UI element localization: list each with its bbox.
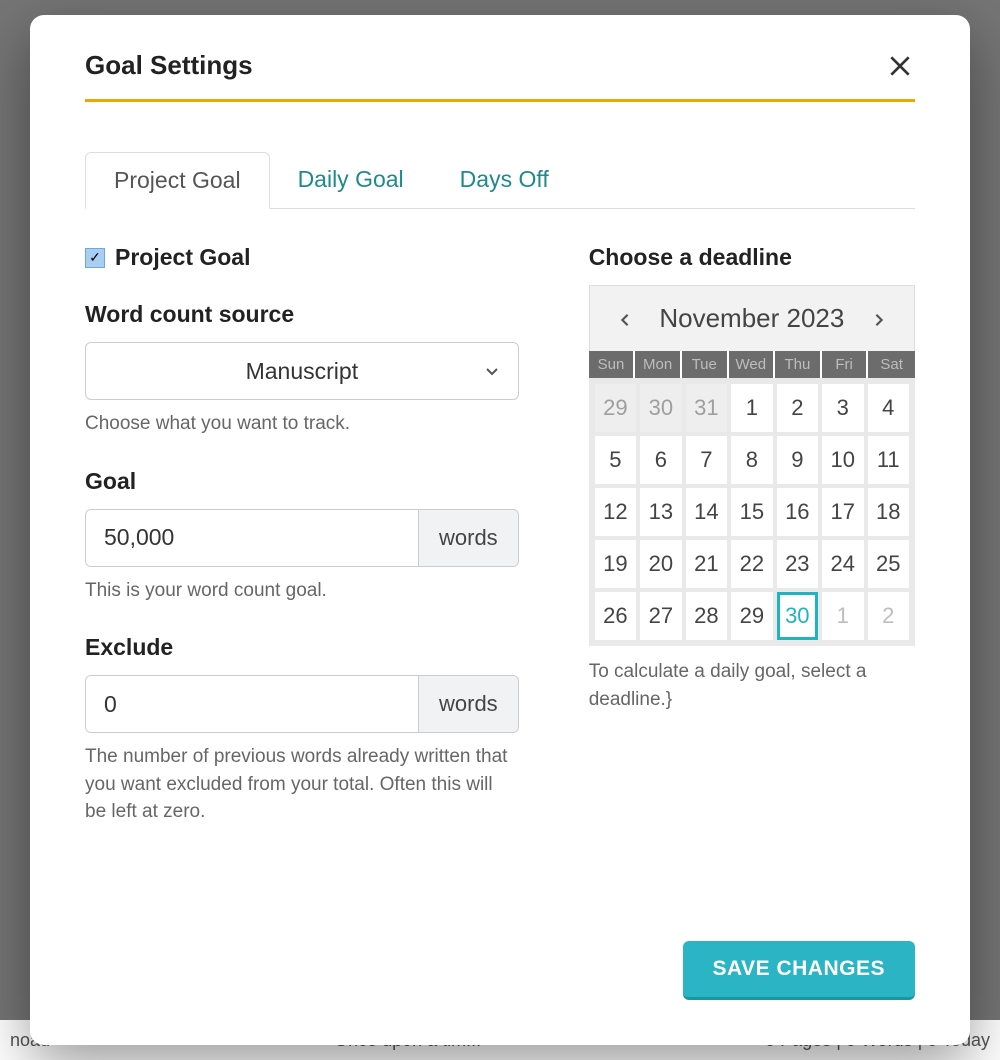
calendar-day[interactable]: 16 xyxy=(777,488,818,536)
exclude-input[interactable] xyxy=(86,676,418,732)
calendar-day[interactable]: 1 xyxy=(731,384,772,432)
calendar-day[interactable]: 18 xyxy=(868,488,909,536)
tab-content: ✓ Project Goal Word count source Manuscr… xyxy=(85,209,915,856)
word-count-source-block: Word count source Manuscript Choose what… xyxy=(85,301,519,438)
calendar-day[interactable]: 17 xyxy=(822,488,863,536)
project-goal-toggle-row: ✓ Project Goal xyxy=(85,244,519,271)
calendar-day[interactable]: 5 xyxy=(595,436,636,484)
exclude-input-group: words xyxy=(85,675,519,733)
calendar-day[interactable]: 8 xyxy=(731,436,772,484)
calendar-header: November 2023 xyxy=(589,285,915,351)
modal-footer: SAVE CHANGES xyxy=(683,941,915,1000)
calendar-dow: Wed xyxy=(729,351,776,378)
goal-block: Goal words This is your word count goal. xyxy=(85,468,519,605)
calendar-day[interactable]: 6 xyxy=(640,436,681,484)
calendar-day[interactable]: 23 xyxy=(777,540,818,588)
exclude-label: Exclude xyxy=(85,634,519,661)
word-count-source-value: Manuscript xyxy=(246,358,358,385)
calendar-prev-button[interactable] xyxy=(610,295,640,342)
tab-daily-goal[interactable]: Daily Goal xyxy=(270,152,432,208)
calendar-month-title: November 2023 xyxy=(659,303,844,334)
project-goal-checkbox-label: Project Goal xyxy=(115,244,250,271)
calendar-day[interactable]: 29 xyxy=(731,592,772,640)
word-count-source-label: Word count source xyxy=(85,301,519,328)
goal-label: Goal xyxy=(85,468,519,495)
calendar-day[interactable]: 14 xyxy=(686,488,727,536)
calendar-next-button[interactable] xyxy=(864,295,894,342)
calendar-day[interactable]: 13 xyxy=(640,488,681,536)
left-column: ✓ Project Goal Word count source Manuscr… xyxy=(85,244,519,856)
calendar-day[interactable]: 30 xyxy=(777,592,818,640)
calendar-day[interactable]: 28 xyxy=(686,592,727,640)
calendar-day[interactable]: 2 xyxy=(868,592,909,640)
goal-input-group: words xyxy=(85,509,519,567)
goal-suffix: words xyxy=(418,510,518,566)
word-count-source-helper: Choose what you want to track. xyxy=(85,410,519,438)
exclude-suffix: words xyxy=(418,676,518,732)
calendar-day[interactable]: 9 xyxy=(777,436,818,484)
calendar-day[interactable]: 22 xyxy=(731,540,772,588)
project-goal-checkbox[interactable]: ✓ xyxy=(85,248,105,268)
calendar-day[interactable]: 25 xyxy=(868,540,909,588)
calendar-day[interactable]: 1 xyxy=(822,592,863,640)
calendar-day[interactable]: 30 xyxy=(640,384,681,432)
calendar-dow: Fri xyxy=(822,351,869,378)
calendar-day[interactable]: 11 xyxy=(868,436,909,484)
word-count-source-select[interactable]: Manuscript xyxy=(85,342,519,400)
calendar-dow: Thu xyxy=(775,351,822,378)
save-changes-button[interactable]: SAVE CHANGES xyxy=(683,941,915,1000)
close-icon xyxy=(887,53,913,79)
chevron-left-icon xyxy=(618,313,632,327)
calendar-day[interactable]: 7 xyxy=(686,436,727,484)
exclude-helper: The number of previous words already wri… xyxy=(85,743,519,826)
calendar-dow: Sun xyxy=(589,351,636,378)
goal-input[interactable] xyxy=(86,510,418,566)
calendar-day[interactable]: 24 xyxy=(822,540,863,588)
calendar-day[interactable]: 3 xyxy=(822,384,863,432)
tab-bar: Project Goal Daily Goal Days Off xyxy=(85,152,915,209)
goal-settings-modal: Goal Settings Project Goal Daily Goal Da… xyxy=(30,15,970,1045)
close-button[interactable] xyxy=(885,51,915,81)
calendar-day[interactable]: 31 xyxy=(686,384,727,432)
modal-title: Goal Settings xyxy=(85,50,253,81)
calendar-day[interactable]: 29 xyxy=(595,384,636,432)
deadline-label: Choose a deadline xyxy=(589,244,915,271)
calendar-day[interactable]: 26 xyxy=(595,592,636,640)
calendar-dow-row: SunMonTueWedThuFriSat xyxy=(589,351,915,378)
calendar-day[interactable]: 2 xyxy=(777,384,818,432)
calendar-dow: Mon xyxy=(635,351,682,378)
right-column: Choose a deadline November 2023 SunMonTu… xyxy=(589,244,915,856)
modal-header: Goal Settings xyxy=(85,50,915,102)
chevron-right-icon xyxy=(872,313,886,327)
calendar-day[interactable]: 4 xyxy=(868,384,909,432)
calendar-day[interactable]: 15 xyxy=(731,488,772,536)
calendar-day[interactable]: 20 xyxy=(640,540,681,588)
calendar-day[interactable]: 21 xyxy=(686,540,727,588)
goal-helper: This is your word count goal. xyxy=(85,577,519,605)
calendar-body: 2930311234567891011121314151617181920212… xyxy=(589,378,915,646)
calendar-grid: 2930311234567891011121314151617181920212… xyxy=(591,380,913,644)
calendar-dow: Tue xyxy=(682,351,729,378)
tab-days-off[interactable]: Days Off xyxy=(432,152,577,208)
calendar-day[interactable]: 12 xyxy=(595,488,636,536)
exclude-block: Exclude words The number of previous wor… xyxy=(85,634,519,826)
calendar-day[interactable]: 19 xyxy=(595,540,636,588)
deadline-helper: To calculate a daily goal, select a dead… xyxy=(589,658,915,713)
tab-project-goal[interactable]: Project Goal xyxy=(85,152,270,209)
modal-backdrop: noad Once upon a tim... 0 Pages | 0 Word… xyxy=(0,0,1000,1060)
calendar-day[interactable]: 10 xyxy=(822,436,863,484)
chevron-down-icon xyxy=(484,358,500,385)
calendar-dow: Sat xyxy=(868,351,915,378)
calendar-day[interactable]: 27 xyxy=(640,592,681,640)
